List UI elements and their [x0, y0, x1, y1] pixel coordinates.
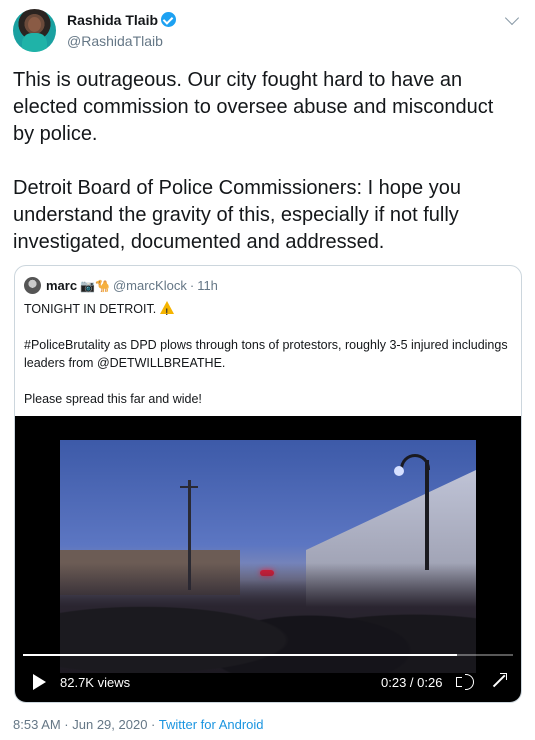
tweet-timestamp[interactable]: 8:53 AM · Jun 29, 2020 · — [13, 717, 159, 732]
video-controls: 82.7K views 0:23 / 0:26 — [15, 666, 521, 696]
video-progress-fill — [23, 654, 457, 656]
quoted-line: #PoliceBrutality as DPD plows through to… — [24, 338, 508, 370]
tweet-source[interactable]: Twitter for Android — [159, 717, 264, 732]
video-player[interactable]: 82.7K views 0:23 / 0:26 — [15, 416, 521, 702]
author-handle[interactable]: @RashidaTlaib — [67, 33, 176, 49]
author-info[interactable]: Rashida Tlaib @RashidaTlaib — [67, 12, 177, 49]
quoted-time: 11h — [197, 278, 218, 293]
chevron-down-icon[interactable] — [504, 10, 520, 26]
quoted-header: marc 📷🐪 @marcKlock · 11h — [24, 277, 218, 295]
tweet-header: Rashida Tlaib @RashidaTlaib — [13, 9, 523, 55]
quoted-handle: @marcKlock — [112, 278, 187, 293]
tweet-paragraph: This is outrageous. Our city fought hard… — [13, 69, 494, 145]
tweet-paragraph: Detroit Board of Police Commissioners: I… — [13, 177, 461, 253]
tweet-footer: 8:53 AM · Jun 29, 2020 · Twitter for And… — [13, 717, 264, 732]
quoted-name: marc — [46, 278, 78, 293]
verified-badge-icon — [161, 12, 177, 27]
author-avatar[interactable] — [13, 9, 56, 52]
tweet-text: This is outrageous. Our city fought hard… — [13, 67, 513, 283]
quoted-line: TONIGHT IN DETROIT. — [24, 302, 157, 316]
warning-icon — [160, 301, 175, 321]
quoted-name-emoji: 📷🐪 — [80, 279, 110, 293]
quoted-body: TONIGHT IN DETROIT. #PoliceBrutality as … — [24, 300, 514, 426]
play-icon[interactable] — [33, 674, 46, 690]
video-frame[interactable] — [60, 440, 476, 673]
video-views: 82.7K views — [60, 675, 131, 690]
quoted-avatar — [24, 277, 41, 294]
volume-icon[interactable] — [456, 672, 474, 690]
author-name[interactable]: Rashida Tlaib — [67, 12, 158, 28]
video-time: 0:23 / 0:26 — [381, 675, 443, 690]
quoted-tweet[interactable]: marc 📷🐪 @marcKlock · 11h TONIGHT IN DETROIT.… — [14, 265, 522, 703]
quoted-line: Please spread this far and wide! — [24, 392, 202, 406]
video-progress-bar[interactable] — [23, 654, 513, 656]
quoted-dot: · — [189, 278, 195, 293]
fullscreen-icon[interactable] — [490, 672, 508, 690]
